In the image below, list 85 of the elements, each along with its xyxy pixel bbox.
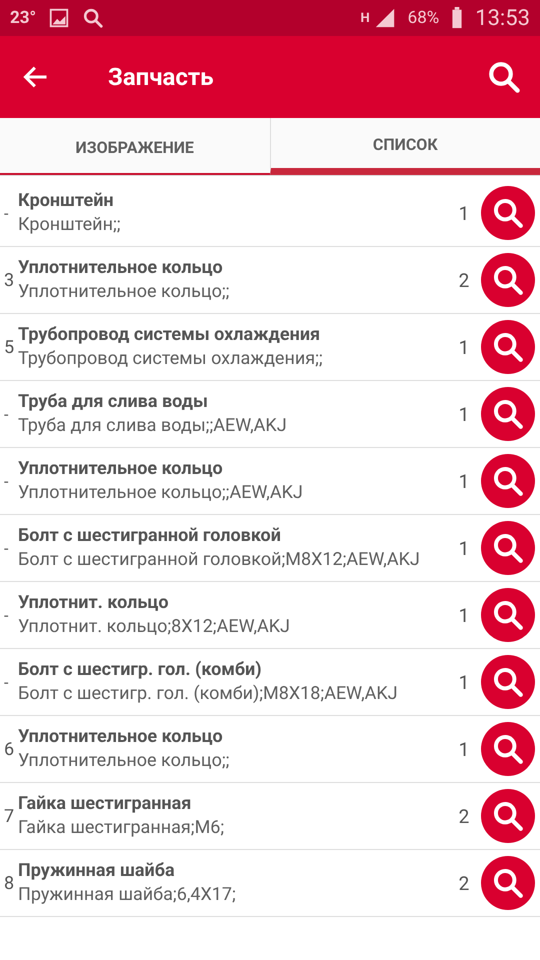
- search-icon: [491, 196, 525, 230]
- position-number: -: [4, 472, 10, 490]
- part-description: Уплотнительное кольцо;;: [18, 280, 230, 304]
- quantity: 1: [458, 402, 470, 426]
- quantity: 1: [458, 536, 470, 560]
- position-number: 6: [4, 738, 16, 760]
- search-button[interactable]: [481, 387, 535, 441]
- part-description: Пружинная шайба;6,4X17;: [18, 882, 237, 906]
- quantity: 1: [458, 336, 470, 358]
- image-icon: [48, 7, 70, 29]
- temperature: 23°: [10, 8, 36, 28]
- part-description: Уплотнительное кольцо;;: [18, 748, 230, 772]
- battery-icon: [451, 7, 464, 29]
- search-icon: [491, 799, 525, 833]
- part-title: Уплотнительное кольцо: [18, 256, 224, 278]
- part-description: Болт с шестигранной головкой;M8X12;AEW,AKJ: [18, 548, 421, 572]
- quantity: 2: [458, 268, 470, 292]
- position-number: 5: [4, 336, 16, 358]
- search-icon: [491, 397, 525, 431]
- battery-percent: 68%: [408, 8, 440, 28]
- search-button[interactable]: [481, 253, 535, 307]
- position-number: 7: [4, 806, 16, 826]
- network-type: H: [360, 10, 370, 26]
- search-icon: [491, 732, 525, 766]
- position-number: 8: [4, 872, 16, 894]
- search-button[interactable]: [486, 59, 522, 95]
- position-number: -: [4, 672, 10, 692]
- quantity: 1: [458, 670, 470, 694]
- search-icon: [491, 598, 525, 632]
- quantity: 2: [458, 804, 470, 828]
- search-button[interactable]: [481, 588, 535, 642]
- position-number: -: [4, 204, 10, 222]
- part-description: Гайка шестигранная;M6;: [18, 816, 226, 840]
- position-number: -: [4, 404, 10, 424]
- part-title: Уплотнительное кольцо: [18, 726, 224, 747]
- search-icon: [491, 330, 525, 364]
- tab[interactable]: ИЗОБРАЖЕНИЕ: [0, 118, 270, 175]
- quantity: 1: [458, 202, 470, 224]
- clock: 13:53: [475, 6, 530, 30]
- search-icon: [486, 59, 522, 95]
- part-description: Кронштейн;;: [18, 212, 122, 236]
- search-button[interactable]: [481, 320, 535, 374]
- part-title: Уплотнительное кольцо: [18, 458, 224, 479]
- search-button[interactable]: [481, 521, 535, 575]
- search-button[interactable]: [481, 454, 535, 508]
- search-button[interactable]: [481, 856, 535, 910]
- part-title: Болт с шестигранной головкой: [18, 524, 282, 546]
- search-icon: [82, 7, 104, 29]
- quantity: 1: [458, 738, 470, 760]
- search-button[interactable]: [481, 655, 535, 709]
- part-title: Болт с шестигр. гол. (комби): [18, 658, 263, 680]
- part-description: Труба для слива воды;;AEW,AKJ: [18, 414, 288, 438]
- position-number: -: [4, 538, 10, 558]
- part-title: Гайка шестигранная: [18, 792, 192, 814]
- search-icon: [491, 464, 525, 498]
- part-description: Уплотнительное кольцо;;AEW,AKJ: [18, 480, 304, 504]
- quantity: 2: [458, 872, 470, 894]
- part-row[interactable]: - Труба для слива воды Труба для слива воды;;AEW,AKJ 1: [0, 381, 540, 448]
- quantity: 1: [458, 604, 470, 626]
- search-button[interactable]: [481, 186, 535, 240]
- part-row[interactable]: - Уплотнит. кольцо Уплотнит. кольцо;8X12;AEW,AKJ 1: [0, 582, 540, 649]
- quantity: 1: [458, 470, 470, 492]
- part-description: Уплотнит. кольцо;8X12;AEW,AKJ: [18, 614, 291, 638]
- search-icon: [491, 531, 525, 565]
- part-description: Трубопровод системы охлаждения;;: [18, 346, 324, 370]
- signal-icon: [374, 7, 396, 29]
- position-number: 3: [4, 270, 16, 290]
- search-icon: [491, 665, 525, 699]
- search-icon: [491, 263, 525, 297]
- search-button[interactable]: [481, 722, 535, 776]
- position-number: -: [4, 606, 10, 624]
- part-title: Труба для слива воды: [18, 390, 209, 412]
- search-button[interactable]: [481, 789, 535, 843]
- part-title: Трубопровод системы охлаждения: [18, 324, 322, 345]
- part-title: Кронштейн: [18, 190, 115, 211]
- part-row[interactable]: 5 Трубопровод системы охлаждения Трубопровод системы охлаждения;; 1: [0, 314, 540, 381]
- screen-title: Запчасть: [108, 63, 215, 91]
- part-title: Пружинная шайба: [18, 860, 176, 881]
- part-title: Уплотнит. кольцо: [18, 592, 170, 613]
- part-row[interactable]: - Болт с шестигранной головкой Болт с шестигранной головкой;M8X12;AEW,AKJ 1: [0, 515, 540, 582]
- part-row[interactable]: - Уплотнительное кольцо Уплотнительное кольцо;;AEW,AKJ 1: [0, 448, 540, 515]
- tab[interactable]: СПИСОК: [270, 118, 540, 175]
- part-row[interactable]: - Болт с шестигр. гол. (комби) Болт с шестигр. гол. (комби);M8X18;AEW,AKJ 1: [0, 649, 540, 716]
- part-description: Болт с шестигр. гол. (комби);M8X18;AEW,AKJ: [18, 682, 399, 706]
- search-icon: [491, 866, 525, 900]
